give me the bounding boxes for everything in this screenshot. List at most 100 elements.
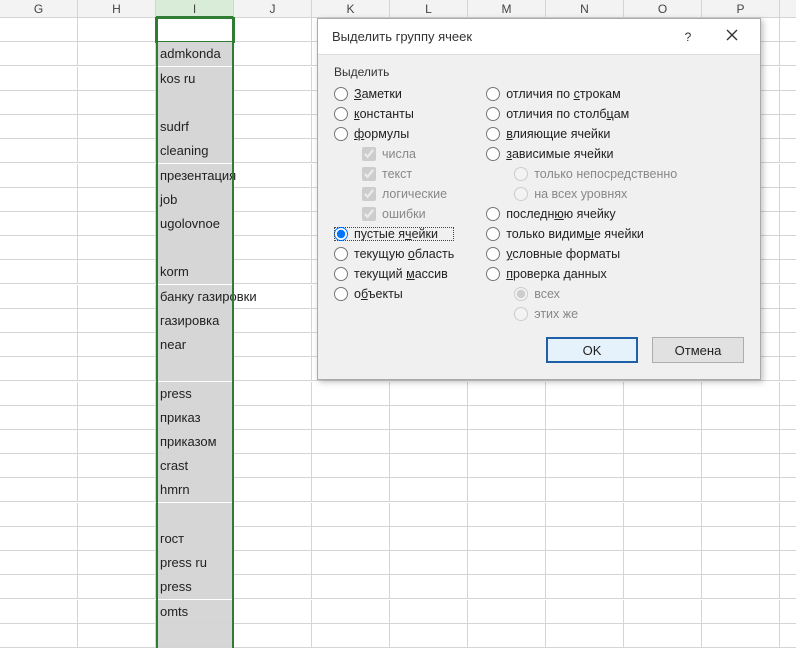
cell[interactable] bbox=[468, 624, 546, 648]
cell[interactable] bbox=[234, 527, 312, 551]
cell[interactable]: korm bbox=[156, 260, 234, 284]
cell[interactable] bbox=[780, 115, 796, 139]
cell[interactable] bbox=[156, 91, 234, 115]
cell[interactable] bbox=[78, 503, 156, 527]
cell[interactable] bbox=[390, 551, 468, 575]
cell[interactable] bbox=[156, 18, 234, 42]
cell[interactable] bbox=[780, 67, 796, 91]
cell[interactable] bbox=[546, 503, 624, 527]
cell[interactable]: газировка bbox=[156, 309, 234, 333]
cell[interactable] bbox=[702, 551, 780, 575]
cell[interactable] bbox=[624, 382, 702, 406]
cell[interactable] bbox=[156, 236, 234, 260]
cell[interactable] bbox=[0, 67, 78, 91]
cell[interactable]: job bbox=[156, 188, 234, 212]
cell[interactable] bbox=[78, 624, 156, 648]
cell[interactable] bbox=[702, 382, 780, 406]
cell[interactable] bbox=[390, 600, 468, 624]
radio-только-видимые-ячейки[interactable] bbox=[486, 227, 500, 241]
cell[interactable] bbox=[546, 527, 624, 551]
cell[interactable]: press ru bbox=[156, 551, 234, 575]
cell[interactable] bbox=[780, 285, 796, 309]
cell[interactable] bbox=[78, 575, 156, 599]
cell[interactable] bbox=[312, 575, 390, 599]
radio-отличия-по-строкам[interactable] bbox=[486, 87, 500, 101]
cell[interactable] bbox=[156, 357, 234, 381]
cell[interactable]: гост bbox=[156, 527, 234, 551]
cell[interactable] bbox=[234, 212, 312, 236]
cell[interactable] bbox=[234, 600, 312, 624]
cell[interactable] bbox=[0, 260, 78, 284]
cell[interactable]: omts bbox=[156, 600, 234, 624]
cell[interactable] bbox=[780, 139, 796, 163]
cell[interactable] bbox=[78, 430, 156, 454]
cell[interactable] bbox=[780, 430, 796, 454]
cell[interactable] bbox=[780, 260, 796, 284]
cell[interactable] bbox=[234, 260, 312, 284]
cell[interactable] bbox=[234, 624, 312, 648]
cell[interactable] bbox=[78, 212, 156, 236]
cell[interactable] bbox=[780, 551, 796, 575]
cell[interactable] bbox=[78, 115, 156, 139]
cell[interactable] bbox=[78, 42, 156, 66]
radio-текущую-область[interactable] bbox=[334, 247, 348, 261]
cell[interactable]: приказ bbox=[156, 406, 234, 430]
cell[interactable] bbox=[234, 91, 312, 115]
cell[interactable] bbox=[702, 600, 780, 624]
cell[interactable] bbox=[234, 406, 312, 430]
radio-объекты[interactable] bbox=[334, 287, 348, 301]
cell[interactable] bbox=[78, 527, 156, 551]
column-header[interactable]: I bbox=[156, 0, 234, 18]
option-объекты[interactable]: объекты bbox=[334, 287, 454, 301]
cell[interactable] bbox=[78, 478, 156, 502]
cell[interactable]: банку газировки bbox=[156, 285, 234, 309]
radio-отличия-по-столбцам[interactable] bbox=[486, 107, 500, 121]
cell[interactable] bbox=[78, 309, 156, 333]
cell[interactable] bbox=[702, 406, 780, 430]
cell[interactable] bbox=[78, 139, 156, 163]
cancel-button[interactable]: Отмена bbox=[652, 337, 744, 363]
radio-зависимые-ячейки[interactable] bbox=[486, 147, 500, 161]
cell[interactable] bbox=[546, 551, 624, 575]
cell[interactable] bbox=[546, 454, 624, 478]
cell[interactable] bbox=[234, 115, 312, 139]
cell[interactable] bbox=[624, 478, 702, 502]
cell[interactable]: press bbox=[156, 382, 234, 406]
option-проверка-данных[interactable]: проверка данных bbox=[486, 267, 677, 281]
option-текущий-массив[interactable]: текущий массив bbox=[334, 267, 454, 281]
cell[interactable] bbox=[780, 212, 796, 236]
cell[interactable] bbox=[624, 575, 702, 599]
radio-формулы[interactable] bbox=[334, 127, 348, 141]
cell[interactable]: презентация bbox=[156, 164, 234, 188]
column-header[interactable]: M bbox=[468, 0, 546, 18]
cell[interactable] bbox=[390, 575, 468, 599]
cell[interactable] bbox=[234, 67, 312, 91]
cell[interactable] bbox=[0, 164, 78, 188]
cell[interactable] bbox=[390, 382, 468, 406]
cell[interactable] bbox=[0, 406, 78, 430]
cell[interactable] bbox=[0, 478, 78, 502]
cell[interactable]: ugolovnoe bbox=[156, 212, 234, 236]
cell[interactable] bbox=[0, 357, 78, 381]
cell[interactable] bbox=[780, 42, 796, 66]
cell[interactable] bbox=[624, 551, 702, 575]
cell[interactable]: near bbox=[156, 333, 234, 357]
radio-последнюю-ячейку[interactable] bbox=[486, 207, 500, 221]
cell[interactable] bbox=[780, 478, 796, 502]
option-влияющие-ячейки[interactable]: влияющие ячейки bbox=[486, 127, 677, 141]
cell[interactable] bbox=[0, 624, 78, 648]
cell[interactable] bbox=[312, 382, 390, 406]
cell[interactable] bbox=[624, 600, 702, 624]
cell[interactable] bbox=[780, 91, 796, 115]
cell[interactable] bbox=[624, 454, 702, 478]
cell[interactable] bbox=[78, 164, 156, 188]
cell[interactable]: приказом bbox=[156, 430, 234, 454]
cell[interactable] bbox=[0, 575, 78, 599]
cell[interactable] bbox=[468, 406, 546, 430]
cell[interactable] bbox=[78, 357, 156, 381]
close-button[interactable] bbox=[710, 19, 754, 55]
cell[interactable] bbox=[546, 600, 624, 624]
cell[interactable] bbox=[0, 600, 78, 624]
cell[interactable] bbox=[468, 551, 546, 575]
cell[interactable] bbox=[156, 503, 234, 527]
